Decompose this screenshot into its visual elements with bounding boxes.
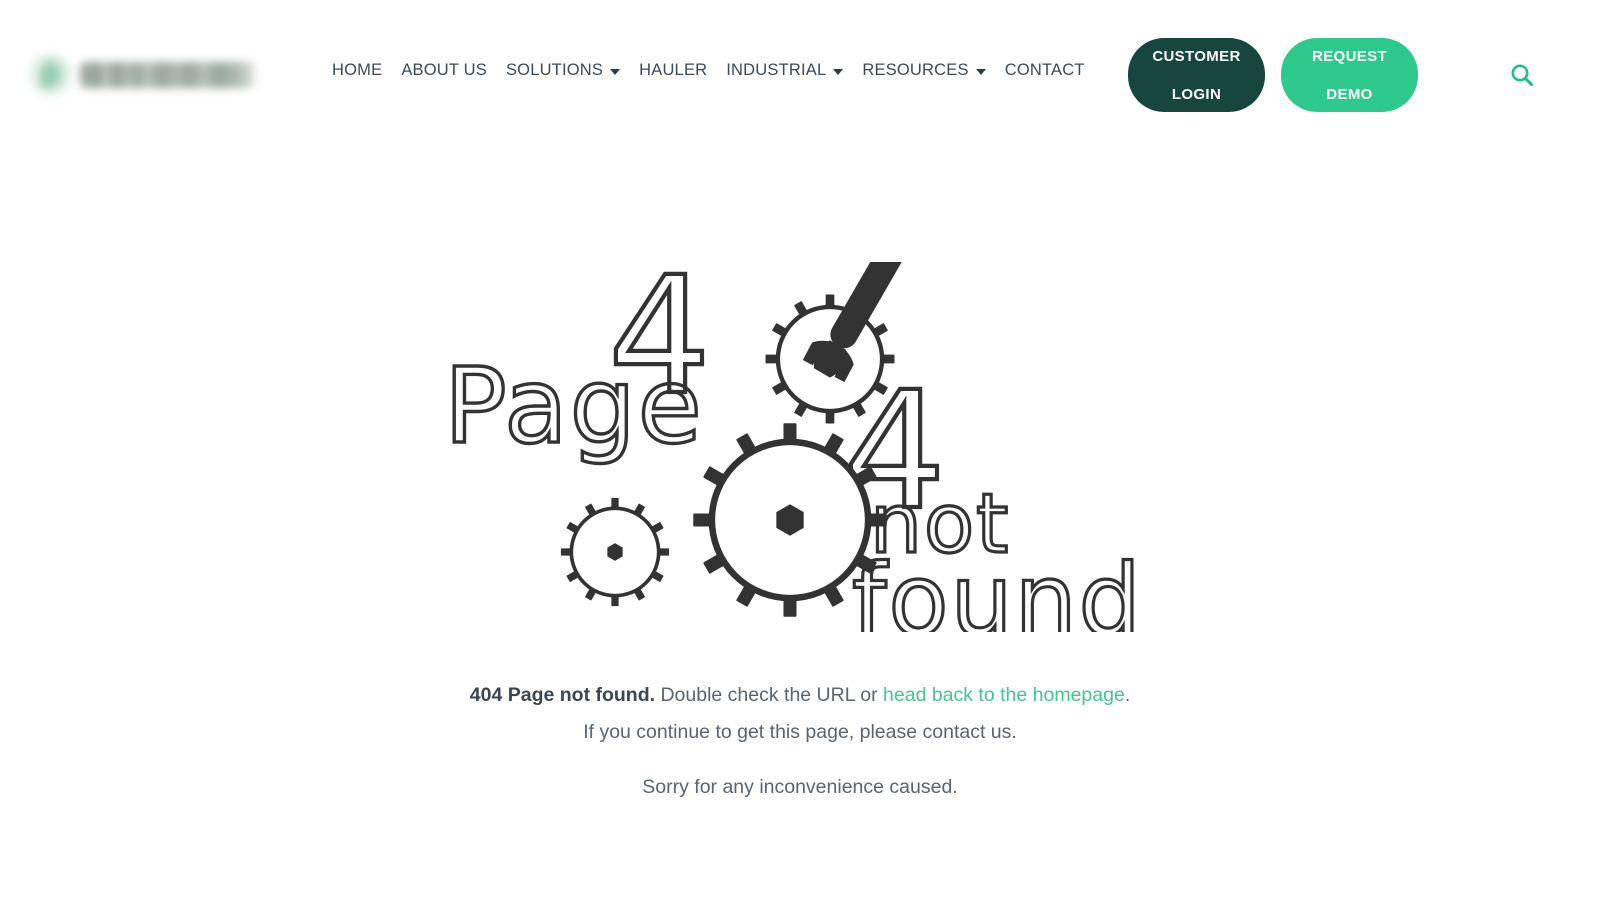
error-messages: 404 Page not found. Double check the URL…	[0, 677, 1600, 751]
error-code-text: 404 Page not found.	[469, 684, 656, 706]
site-header: HOME ABOUT US SOLUTIONS HAULER INDUSTRIA…	[0, 0, 1600, 150]
nav-label: HOME	[332, 61, 383, 79]
nav-label: INDUSTRIAL	[726, 61, 827, 79]
search-button[interactable]	[1504, 57, 1540, 93]
nav-item-resources[interactable]: RESOURCES	[856, 61, 991, 80]
error-message-apology: Sorry for any inconvenience caused.	[642, 776, 958, 798]
request-demo-button[interactable]: REQUEST DEMO	[1281, 38, 1418, 112]
demo-label-line2: DEMO	[1326, 85, 1373, 103]
error-message-end: .	[1124, 684, 1131, 706]
nav-item-industrial[interactable]: INDUSTRIAL	[720, 61, 849, 80]
nav-item-hauler[interactable]: HAULER	[633, 61, 713, 80]
gear-small-icon	[559, 496, 671, 608]
nav-item-home[interactable]: HOME	[326, 61, 388, 80]
logo-mark-icon	[28, 53, 72, 97]
homepage-link[interactable]: head back to the homepage	[883, 684, 1125, 706]
logo-wordmark	[80, 62, 256, 88]
login-label-line2: LOGIN	[1171, 85, 1222, 103]
nav-label: ABOUT US	[401, 61, 487, 79]
word-found: found	[852, 544, 1140, 632]
nav-item-solutions[interactable]: SOLUTIONS	[500, 61, 626, 80]
chevron-down-icon	[833, 68, 844, 75]
error-message-primary: 404 Page not found. Double check the URL…	[0, 677, 1600, 714]
header-actions: CUSTOMER LOGIN REQUEST DEMO	[1128, 38, 1418, 112]
nav-label: CONTACT	[1004, 61, 1085, 79]
error-404-illustration: 4 Page 4 not found	[440, 262, 1140, 632]
nav-label: RESOURCES	[862, 61, 969, 79]
chevron-down-icon	[610, 68, 621, 75]
customer-login-button[interactable]: CUSTOMER LOGIN	[1128, 38, 1265, 112]
nav-label: HAULER	[639, 61, 708, 79]
search-icon	[1511, 64, 1534, 87]
nav-label: SOLUTIONS	[505, 61, 604, 79]
site-logo[interactable]	[28, 42, 256, 108]
primary-navigation: HOME ABOUT US SOLUTIONS HAULER INDUSTRIA…	[326, 61, 1091, 80]
error-message-secondary: If you continue to get this page, please…	[583, 721, 1017, 743]
nav-item-contact[interactable]: CONTACT	[999, 61, 1091, 80]
demo-label-line1: REQUEST	[1312, 47, 1387, 65]
login-label-line1: CUSTOMER	[1152, 47, 1241, 65]
error-message-mid: Double check the URL or	[655, 684, 884, 706]
nav-item-about-us[interactable]: ABOUT US	[395, 61, 493, 80]
chevron-down-icon	[975, 68, 986, 75]
word-page: Page	[444, 345, 704, 467]
